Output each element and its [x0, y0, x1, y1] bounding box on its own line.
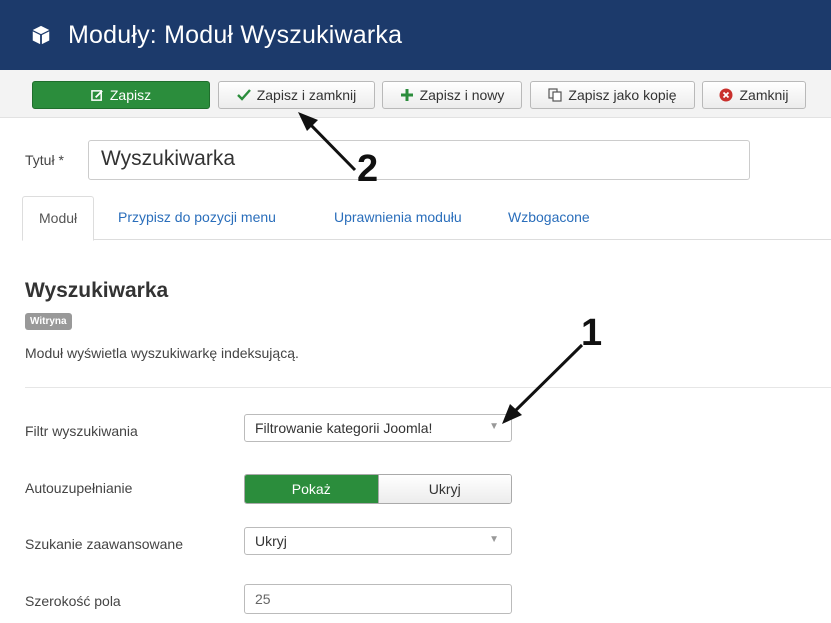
save-close-label: Zapisz i zamknij: [256, 87, 357, 103]
advanced-search-label: Szukanie zaawansowane: [25, 536, 183, 552]
tab-module[interactable]: Moduł: [22, 196, 95, 241]
module-description: Moduł wyświetla wyszukiwarkę indeksującą…: [25, 345, 299, 361]
edit-icon: [91, 89, 103, 101]
caret-down-icon: ▼: [489, 421, 499, 432]
tab-permissions[interactable]: Uprawnienia modułu: [334, 196, 462, 240]
save-close-button[interactable]: Zapisz i zamknij: [218, 81, 375, 109]
autocomplete-show-button[interactable]: Pokaż: [245, 475, 378, 503]
page-header: Moduły: Moduł Wyszukiwarka: [0, 0, 831, 70]
save-copy-label: Zapisz jako kopię: [568, 87, 677, 103]
module-heading: Wyszukiwarka: [25, 279, 169, 302]
divider: [25, 387, 831, 388]
save-button[interactable]: Zapisz: [32, 81, 210, 109]
autocomplete-toggle: Pokaż Ukryj: [244, 474, 512, 504]
tab-advanced[interactable]: Wzbogacone: [508, 196, 590, 240]
filter-value: Filtrowanie kategorii Joomla!: [255, 420, 433, 436]
close-icon: [719, 88, 733, 102]
save-copy-button[interactable]: Zapisz jako kopię: [530, 81, 695, 109]
save-label: Zapisz: [109, 87, 152, 103]
field-width-input[interactable]: 25: [244, 584, 512, 614]
save-new-label: Zapisz i nowy: [419, 87, 505, 103]
copy-icon: [548, 88, 563, 102]
close-button[interactable]: Zamknij: [702, 81, 806, 109]
filter-select[interactable]: Filtrowanie kategorii Joomla! ▼: [244, 414, 512, 442]
callout-1: 1: [581, 312, 603, 354]
tab-menu-assignment[interactable]: Przypisz do pozycji menu: [118, 196, 276, 240]
title-label: Tytuł *: [25, 152, 64, 168]
tab-bar: Moduł Przypisz do pozycji menu Uprawnien…: [22, 196, 831, 241]
advanced-search-value: Ukryj: [255, 533, 287, 549]
plus-icon: [400, 89, 413, 101]
toolbar: Zapisz Zapisz i zamknij Zapisz i nowy Za…: [0, 70, 831, 118]
autocomplete-hide-button[interactable]: Ukryj: [377, 475, 511, 503]
callout-2: 2: [357, 148, 379, 190]
field-width-label: Szerokość pola: [25, 593, 121, 609]
page-title: Moduły: Moduł Wyszukiwarka: [68, 20, 403, 49]
close-label: Zamknij: [739, 87, 789, 103]
caret-down-icon: ▼: [489, 534, 499, 545]
title-field[interactable]: Wyszukiwarka: [88, 140, 750, 180]
site-badge: Witryna: [25, 313, 72, 330]
filter-label: Filtr wyszukiwania: [25, 423, 138, 439]
save-new-button[interactable]: Zapisz i nowy: [382, 81, 522, 109]
check-icon: [236, 89, 251, 101]
advanced-search-select[interactable]: Ukryj ▼: [244, 527, 512, 555]
cube-icon: [32, 25, 50, 45]
autocomplete-label: Autouzupełnianie: [25, 480, 133, 496]
